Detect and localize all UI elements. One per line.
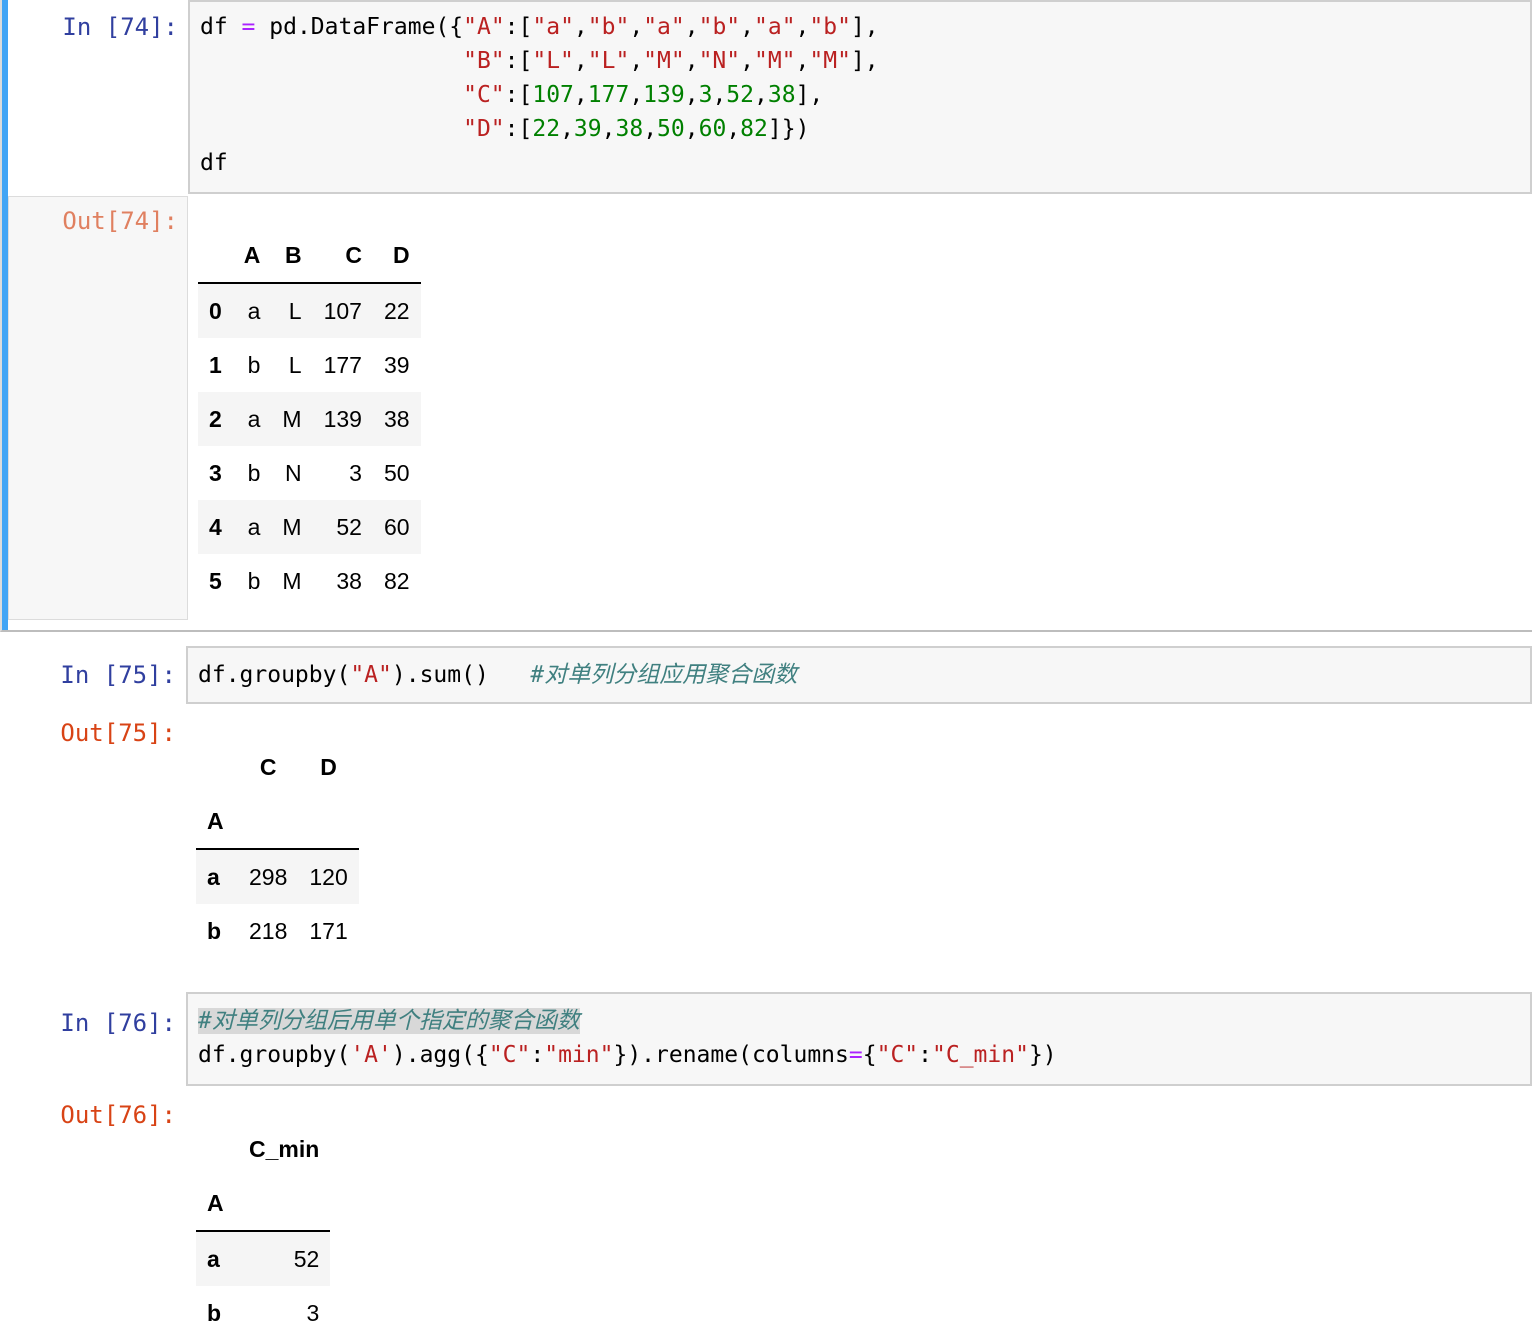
table-cell: 39 (383, 351, 410, 378)
row-index: 2 (209, 405, 222, 432)
table-row: 0 a L 107 22 (198, 283, 421, 338)
table-cell: 50 (383, 459, 410, 486)
table-cell: 139 (323, 405, 362, 432)
table-cell: 177 (323, 351, 362, 378)
dataframe-table: A B C D 0 a L 107 22 1 b L 177 39 2 a M … (198, 228, 421, 608)
input-prompt: In [76]: (60, 1009, 176, 1037)
output-area: C D A a 298 120 b 218 171 (196, 740, 359, 958)
row-index: b (207, 917, 222, 944)
column-header: B (284, 241, 302, 268)
row-index: 4 (209, 513, 222, 540)
table-cell: 171 (309, 917, 348, 944)
table-cell: a (247, 513, 261, 540)
input-prompt: In [74]: (62, 13, 178, 41)
row-index: 3 (209, 459, 222, 486)
code-line-3: "C":[107,177,139,3,52,38], (463, 82, 824, 108)
code-comment: #对单列分组应用聚合函数 (530, 662, 798, 688)
output-prompt-area (8, 196, 188, 620)
code-line-2: "B":["L","L","M","N","M","M"], (463, 48, 879, 74)
table-cell: M (282, 567, 302, 594)
table-cell: 3 (306, 1299, 320, 1326)
table-cell: 60 (383, 513, 410, 540)
table-row: a 52 (196, 1231, 331, 1286)
table-cell: 107 (323, 297, 362, 324)
row-index: a (207, 1245, 220, 1272)
column-header (196, 1122, 238, 1176)
output-area: C_min A a 52 b 3 (196, 1122, 331, 1340)
code-text: df.groupby("A").sum() #对单列分组应用聚合函数 (198, 662, 798, 688)
table-cell: N (284, 459, 302, 486)
code-input-area[interactable]: df.groupby("A").sum() #对单列分组应用聚合函数 (186, 646, 1532, 704)
table-row: 2 a M 139 38 (198, 392, 421, 446)
table-row: 3 b N 3 50 (198, 446, 421, 500)
code-input-area[interactable]: df = pd.DataFrame({"A":["a","b","a","b",… (188, 0, 1532, 194)
code-line-2: df.groupby('A').agg({"C":"min"}).rename(… (198, 1042, 1057, 1068)
row-index: 0 (209, 297, 222, 324)
notebook-cell-74[interactable]: In [74]: df = pd.DataFrame({"A":["a","b"… (0, 0, 1532, 632)
table-cell: M (282, 513, 302, 540)
column-header: D (392, 241, 410, 268)
table-cell: b (247, 567, 261, 594)
table-cell: 298 (249, 863, 288, 890)
code-line-4: "D":[22,39,38,50,60,82]}) (463, 116, 810, 142)
code-editor[interactable]: df = pd.DataFrame({"A":["a","b","a","b",… (200, 10, 879, 180)
table-cell: 38 (383, 405, 410, 432)
table-header-row: C D (196, 740, 359, 794)
code-line-1: df = pd.DataFrame({"A":["a","b","a","b",… (200, 14, 879, 40)
table-cell: b (247, 459, 261, 486)
table-row: a 298 120 (196, 849, 359, 904)
table-row: b 3 (196, 1286, 330, 1340)
table-cell: a (247, 405, 261, 432)
column-header: C (345, 241, 362, 268)
column-header: C_min (249, 1135, 320, 1162)
code-comment: #对单列分组后用单个指定的聚合函数 (198, 1008, 580, 1034)
row-index: b (207, 1299, 222, 1326)
index-name: A (207, 807, 224, 834)
table-cell: L (288, 351, 302, 378)
row-index: 1 (209, 351, 222, 378)
dataframe-table: C D A a 298 120 b 218 171 (196, 740, 359, 958)
output-area: A B C D 0 a L 107 22 1 b L 177 39 2 a M … (198, 228, 421, 608)
index-name: A (207, 1189, 224, 1216)
table-cell: M (282, 405, 302, 432)
table-cell: L (288, 297, 302, 324)
code-editor[interactable]: df.groupby("A").sum() #对单列分组应用聚合函数 (198, 658, 797, 692)
table-row: b 218 171 (196, 904, 359, 958)
table-header-row: C_min (196, 1122, 330, 1176)
table-cell: 22 (383, 297, 410, 324)
table-cell: 120 (309, 863, 348, 890)
table-cell: 38 (336, 567, 362, 594)
notebook-cell-75[interactable]: In [75]: df.groupby("A").sum() #对单列分组应用聚… (0, 646, 1532, 986)
column-header: D (320, 753, 337, 780)
index-name-row: A (196, 1176, 331, 1231)
code-input-area[interactable]: #对单列分组后用单个指定的聚合函数 df.groupby('A').agg({"… (186, 992, 1532, 1086)
input-prompt: In [75]: (60, 661, 176, 689)
table-cell: 52 (293, 1245, 320, 1272)
table-row: 5 b M 38 82 (198, 554, 421, 608)
column-header (198, 228, 233, 283)
table-cell: 52 (336, 513, 362, 540)
column-header: A (243, 241, 261, 268)
table-cell: 218 (249, 917, 288, 944)
output-prompt: Out[74]: (62, 207, 178, 235)
table-row: 4 a M 52 60 (198, 500, 421, 554)
table-cell: b (247, 351, 261, 378)
output-prompt: Out[76]: (60, 1101, 176, 1129)
table-header-row: A B C D (198, 228, 421, 283)
index-name-row: A (196, 794, 359, 849)
table-cell: a (247, 297, 261, 324)
column-header (196, 740, 238, 794)
column-header: C (259, 753, 277, 780)
table-row: 1 b L 177 39 (198, 338, 421, 392)
code-editor[interactable]: #对单列分组后用单个指定的聚合函数 df.groupby('A').agg({"… (198, 1004, 1057, 1072)
output-prompt: Out[75]: (60, 719, 176, 747)
code-line-5: df (200, 150, 228, 176)
row-index: a (207, 863, 220, 890)
notebook-cell-76[interactable]: In [76]: #对单列分组后用单个指定的聚合函数 df.groupby('A… (0, 992, 1532, 1340)
table-cell: 82 (383, 567, 410, 594)
row-index: 5 (209, 567, 222, 594)
dataframe-table: C_min A a 52 b 3 (196, 1122, 331, 1340)
table-cell: 3 (349, 459, 362, 486)
